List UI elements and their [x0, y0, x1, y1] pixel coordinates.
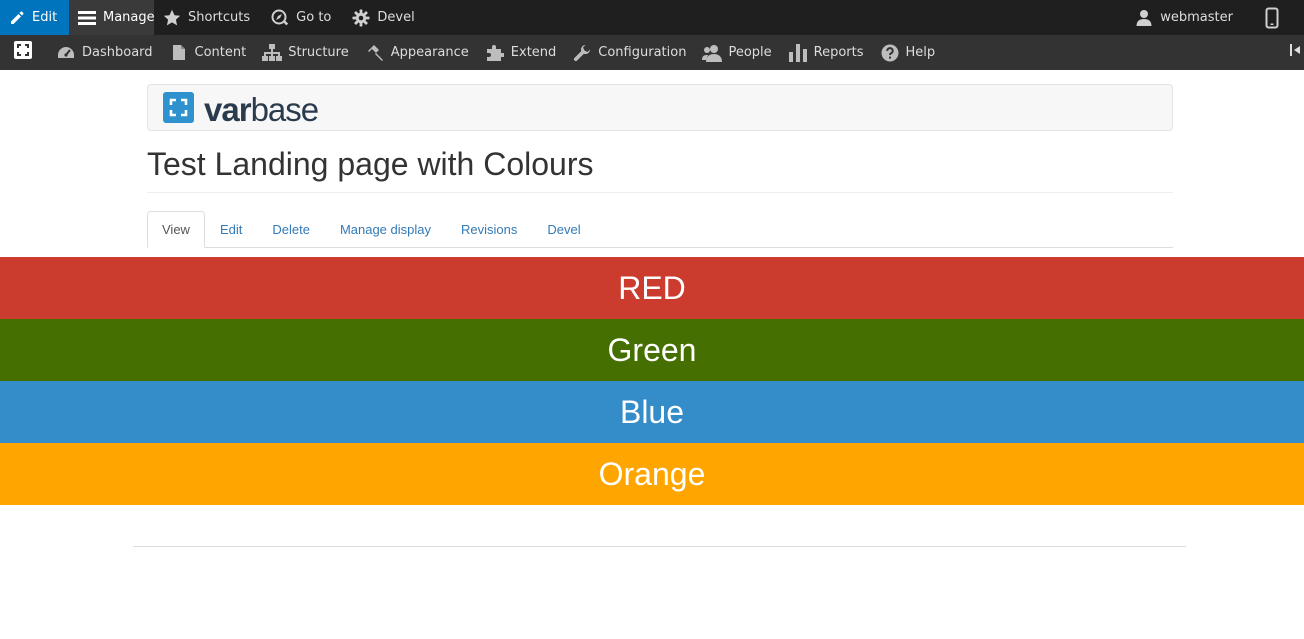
manage-button[interactable]: Manage — [69, 0, 155, 35]
collapse-arrow-icon — [1288, 43, 1302, 62]
menu-item-label: Dashboard — [82, 45, 153, 60]
menu-item-label: Extend — [510, 45, 557, 60]
sitemap-icon — [261, 44, 283, 62]
band-green: Green — [0, 319, 1304, 381]
varbase-logo-icon[interactable] — [163, 92, 194, 123]
menu-item-label: People — [728, 45, 772, 60]
menu-item-configuration[interactable]: Configuration — [571, 35, 699, 70]
menu-item-label: Structure — [288, 45, 349, 60]
puzzle-icon — [484, 44, 506, 62]
manage-label: Manage — [103, 10, 155, 25]
user-menu-button[interactable]: webmaster — [1126, 0, 1251, 35]
menu-item-extend[interactable]: Extend — [484, 35, 570, 70]
band-blue: Blue — [0, 381, 1304, 443]
tab-delete[interactable]: Delete — [257, 211, 325, 248]
home-button[interactable] — [0, 35, 46, 70]
hamburger-icon — [78, 9, 96, 27]
tab-view[interactable]: View — [147, 211, 205, 248]
tab-edit[interactable]: Edit — [205, 211, 257, 248]
shortcuts-label: Shortcuts — [188, 10, 251, 25]
logo-bold-text: var — [204, 91, 252, 128]
mobile-device-icon — [1263, 7, 1281, 28]
tab-manage-display[interactable]: Manage display — [325, 211, 446, 248]
star-icon — [163, 9, 181, 27]
admin-menu-tray: Dashboard Content Structure Appearance E… — [0, 35, 1304, 70]
band-orange: Orange — [0, 443, 1304, 505]
admin-toolbar: Edit Manage Shortcuts Go to Devel webmas… — [0, 0, 1304, 35]
colour-bands: RED Green Blue Orange — [0, 257, 1304, 505]
menu-item-label: Help — [905, 45, 936, 60]
compass-icon — [271, 9, 289, 27]
menu-item-appearance[interactable]: Appearance — [364, 35, 482, 70]
goto-label: Go to — [296, 10, 332, 25]
tray-orientation-toggle[interactable] — [1286, 35, 1304, 70]
menu-item-structure[interactable]: Structure — [261, 35, 361, 70]
bar-chart-icon — [787, 43, 809, 62]
shortcuts-button[interactable]: Shortcuts — [154, 0, 262, 35]
tab-revisions[interactable]: Revisions — [446, 211, 532, 248]
menu-item-label: Content — [194, 45, 247, 60]
responsive-preview-button[interactable] — [1251, 0, 1304, 35]
people-icon — [701, 44, 723, 62]
page-title: Test Landing page with Colours — [147, 146, 594, 182]
menu-item-help[interactable]: Help — [879, 35, 949, 70]
file-icon — [168, 44, 190, 62]
logo-light-text: base — [250, 91, 320, 128]
goto-button[interactable]: Go to — [262, 0, 343, 35]
devel-label: Devel — [377, 10, 415, 25]
varbase-home-icon — [14, 41, 32, 64]
menu-item-label: Reports — [813, 45, 864, 60]
devel-toolbar-button[interactable]: Devel — [343, 0, 426, 35]
menu-item-dashboard[interactable]: Dashboard — [55, 35, 166, 70]
menu-item-label: Appearance — [390, 45, 469, 60]
footer-divider — [133, 546, 1186, 547]
band-red: RED — [0, 257, 1304, 319]
user-icon — [1135, 9, 1153, 27]
local-tasks-tabs: View Edit Delete Manage display Revision… — [147, 211, 1173, 248]
dashboard-icon — [55, 44, 77, 62]
divider — [147, 192, 1173, 193]
menu-item-reports[interactable]: Reports — [787, 35, 877, 70]
pencil-icon — [9, 9, 25, 27]
edit-toggle-button[interactable]: Edit — [0, 0, 69, 35]
menu-item-label: Configuration — [598, 45, 687, 60]
site-header: varbase — [147, 84, 1173, 131]
wrench-icon — [571, 44, 593, 62]
edit-label: Edit — [32, 10, 58, 25]
help-icon — [879, 44, 901, 62]
tab-devel[interactable]: Devel — [532, 211, 595, 248]
menu-item-content[interactable]: Content — [168, 35, 260, 70]
user-label: webmaster — [1160, 10, 1233, 25]
gear-icon — [352, 9, 370, 27]
site-logo-text[interactable]: varbase — [204, 91, 320, 128]
menu-item-people[interactable]: People — [701, 35, 784, 70]
paintbrush-icon — [364, 44, 386, 62]
